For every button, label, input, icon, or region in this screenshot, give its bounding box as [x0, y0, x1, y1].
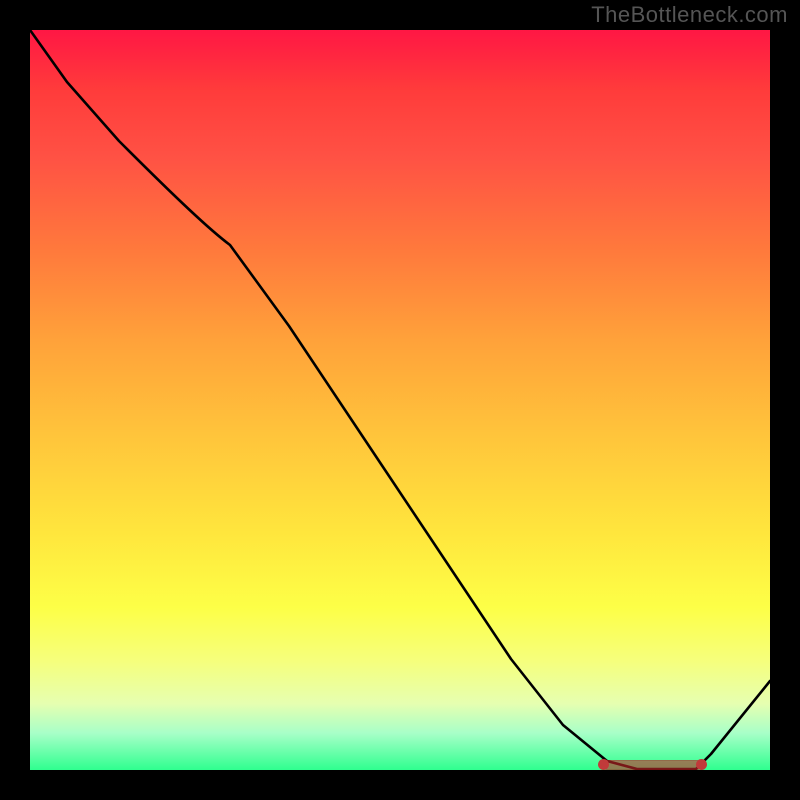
watermark-text: TheBottleneck.com [591, 2, 788, 28]
flat-minimum-marker [602, 760, 702, 770]
curve-path [30, 30, 770, 769]
flat-minimum-dot-right [696, 759, 707, 770]
chart-frame: TheBottleneck.com [0, 0, 800, 800]
plot-area [30, 30, 770, 770]
bottleneck-curve [30, 30, 770, 770]
flat-minimum-dot-left [598, 759, 609, 770]
